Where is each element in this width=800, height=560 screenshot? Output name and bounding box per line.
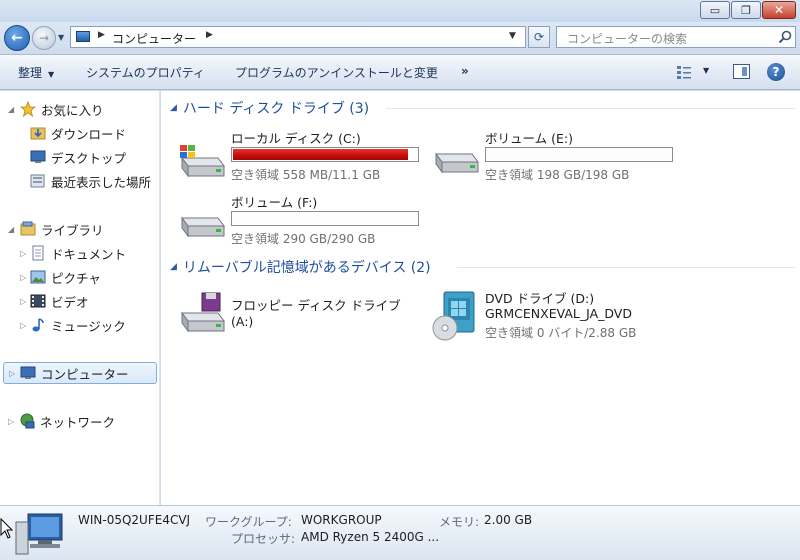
change-view-icon[interactable] — [676, 64, 692, 80]
drive-f-usage-bar — [231, 211, 419, 226]
drive-e-usage-bar — [485, 147, 673, 162]
desktop-icon — [30, 150, 46, 163]
documents-icon — [32, 245, 44, 261]
content-pane: ◢ ハード ディスク ドライブ (3) ローカル ディスク (C:) 空き領域 … — [161, 91, 800, 505]
chevron-down-icon: ▼ — [48, 70, 55, 79]
dvd-disc-icon — [432, 291, 475, 341]
memory-label: メモリ: — [439, 515, 480, 529]
network-icon — [20, 413, 35, 429]
expand-arrow-icon[interactable]: ▷ — [20, 249, 26, 258]
organize-button[interactable]: 整理 ▼ — [18, 64, 54, 81]
drive-f[interactable]: ボリューム (F:) 空き領域 290 GB/290 GB — [176, 190, 426, 252]
address-history-dropdown[interactable]: ▼ — [509, 31, 516, 41]
expand-arrow-icon[interactable]: ▷ — [20, 273, 26, 282]
music-icon — [32, 318, 44, 332]
drive-c[interactable]: ローカル ディスク (C:) 空き領域 558 MB/11.1 GB — [176, 126, 426, 188]
refresh-button[interactable]: ⟳ — [528, 26, 550, 48]
close-button[interactable]: ✕ — [762, 1, 796, 19]
processor-label: プロセッサ: — [231, 532, 296, 546]
nav-libraries[interactable]: ◢ ライブラリ — [0, 218, 158, 240]
computer-icon — [76, 31, 90, 42]
hard-drive-icon — [435, 152, 479, 174]
expand-arrow-icon[interactable]: ▷ — [8, 417, 14, 426]
nav-item-recent-places[interactable]: 最近表示した場所 — [0, 170, 158, 192]
processor-value: AMD Ryzen 5 2400G ... — [301, 530, 440, 544]
collapse-arrow-icon[interactable]: ◢ — [8, 225, 14, 234]
removable-group-header[interactable]: ◢ リムーバブル記憶域があるデバイス (2) — [170, 257, 431, 277]
back-arrow-icon: ← — [11, 30, 23, 46]
star-icon — [20, 101, 36, 117]
collapse-arrow-icon[interactable]: ◢ — [170, 103, 177, 113]
search-icon[interactable] — [778, 30, 792, 44]
nav-item-desktop[interactable]: デスクトップ — [0, 146, 158, 168]
minimize-button[interactable]: ▭ — [700, 1, 730, 19]
nav-computer[interactable]: ▷ コンピューター — [3, 362, 157, 384]
breadcrumb-computer[interactable]: コンピューター — [112, 30, 196, 47]
hdd-group-header[interactable]: ◢ ハード ディスク ドライブ (3) — [170, 98, 369, 118]
search-placeholder: コンピューターの検索 — [567, 32, 688, 46]
library-icon — [20, 221, 36, 236]
command-bar: 整理 ▼ システムのプロパティ プログラムのアンインストールと変更 » ▼ ? — [0, 54, 800, 90]
title-bar: ▭ ❐ ✕ — [0, 0, 800, 22]
address-row: ← → ▼ ▶ コンピューター ▶ ▼ ⟳ コンピューターの検索 — [0, 22, 800, 54]
breadcrumb-separator-icon[interactable]: ▶ — [98, 30, 105, 40]
search-input[interactable]: コンピューターの検索 — [556, 26, 796, 48]
help-button[interactable]: ? — [767, 63, 785, 81]
workgroup-label: ワークグループ: — [205, 515, 292, 529]
computer-icon — [15, 513, 63, 555]
nav-item-videos[interactable]: ▷ ビデオ — [0, 290, 158, 312]
expand-arrow-icon[interactable]: ▷ — [9, 369, 15, 378]
drive-e[interactable]: ボリューム (E:) 空き領域 198 GB/198 GB — [430, 126, 680, 188]
expand-arrow-icon[interactable]: ▷ — [20, 297, 26, 306]
drive-c-usage-fill — [233, 149, 408, 160]
floppy-drive-icon — [181, 292, 225, 333]
expand-arrow-icon[interactable]: ▷ — [20, 321, 26, 330]
workgroup-value: WORKGROUP — [301, 513, 382, 527]
nav-item-downloads[interactable]: ダウンロード — [0, 122, 158, 144]
forward-button[interactable]: → — [32, 26, 56, 50]
pictures-icon — [30, 270, 46, 284]
minimize-icon: ▭ — [709, 3, 721, 17]
memory-value: 2.00 GB — [484, 513, 533, 527]
nav-item-music[interactable]: ▷ ミュージック — [0, 314, 158, 336]
nav-item-pictures[interactable]: ▷ ピクチャ — [0, 266, 158, 288]
recent-places-icon — [30, 174, 45, 188]
group-divider — [457, 267, 796, 268]
nav-favorites[interactable]: ◢ お気に入り — [0, 98, 158, 120]
forward-arrow-icon: → — [38, 31, 50, 45]
refresh-icon: ⟳ — [533, 30, 545, 44]
system-hard-drive-icon — [180, 145, 225, 178]
view-options-dropdown[interactable]: ▼ — [703, 66, 709, 75]
uninstall-program-button[interactable]: プログラムのアンインストールと変更 — [235, 64, 438, 81]
maximize-button[interactable]: ❐ — [731, 1, 761, 19]
breadcrumb-separator-icon[interactable]: ▶ — [206, 30, 213, 40]
back-button[interactable]: ← — [4, 25, 30, 51]
nav-network[interactable]: ▷ ネットワーク — [0, 410, 158, 432]
computer-name: WIN-05Q2UFE4CVJ — [78, 513, 191, 527]
nav-item-documents[interactable]: ▷ ドキュメント — [0, 242, 158, 264]
collapse-arrow-icon[interactable]: ◢ — [8, 105, 14, 114]
close-icon: ✕ — [773, 3, 785, 17]
recent-pages-dropdown[interactable]: ▼ — [58, 33, 64, 42]
details-pane: WIN-05Q2UFE4CVJ ワークグループ: WORKGROUP メモリ: … — [0, 505, 800, 560]
floppy-drive-a[interactable]: フロッピー ディスク ドライブ (A:) — [176, 288, 426, 338]
maximize-icon: ❐ — [741, 3, 751, 17]
collapse-arrow-icon[interactable]: ◢ — [170, 262, 177, 272]
drive-c-usage-bar — [231, 147, 419, 162]
mouse-cursor-icon — [0, 518, 14, 539]
preview-pane-button[interactable] — [733, 64, 750, 79]
system-properties-button[interactable]: システムのプロパティ — [86, 64, 205, 81]
hard-drive-icon — [181, 216, 225, 238]
navigation-pane: ◢ お気に入り ダウンロード デスクトップ 最近表示した場所 ◢ ライブラリ ▷… — [0, 91, 160, 505]
dvd-drive-d[interactable]: DVD ドライブ (D:) GRMCENXEVAL_JA_DVD 空き領域 0 … — [430, 288, 680, 348]
downloads-folder-icon — [30, 127, 46, 140]
more-commands-button[interactable]: » — [461, 64, 469, 78]
group-divider — [386, 108, 796, 109]
computer-icon — [20, 366, 36, 379]
address-bar[interactable]: ▶ コンピューター ▶ ▼ — [70, 26, 526, 48]
videos-icon — [30, 294, 46, 308]
